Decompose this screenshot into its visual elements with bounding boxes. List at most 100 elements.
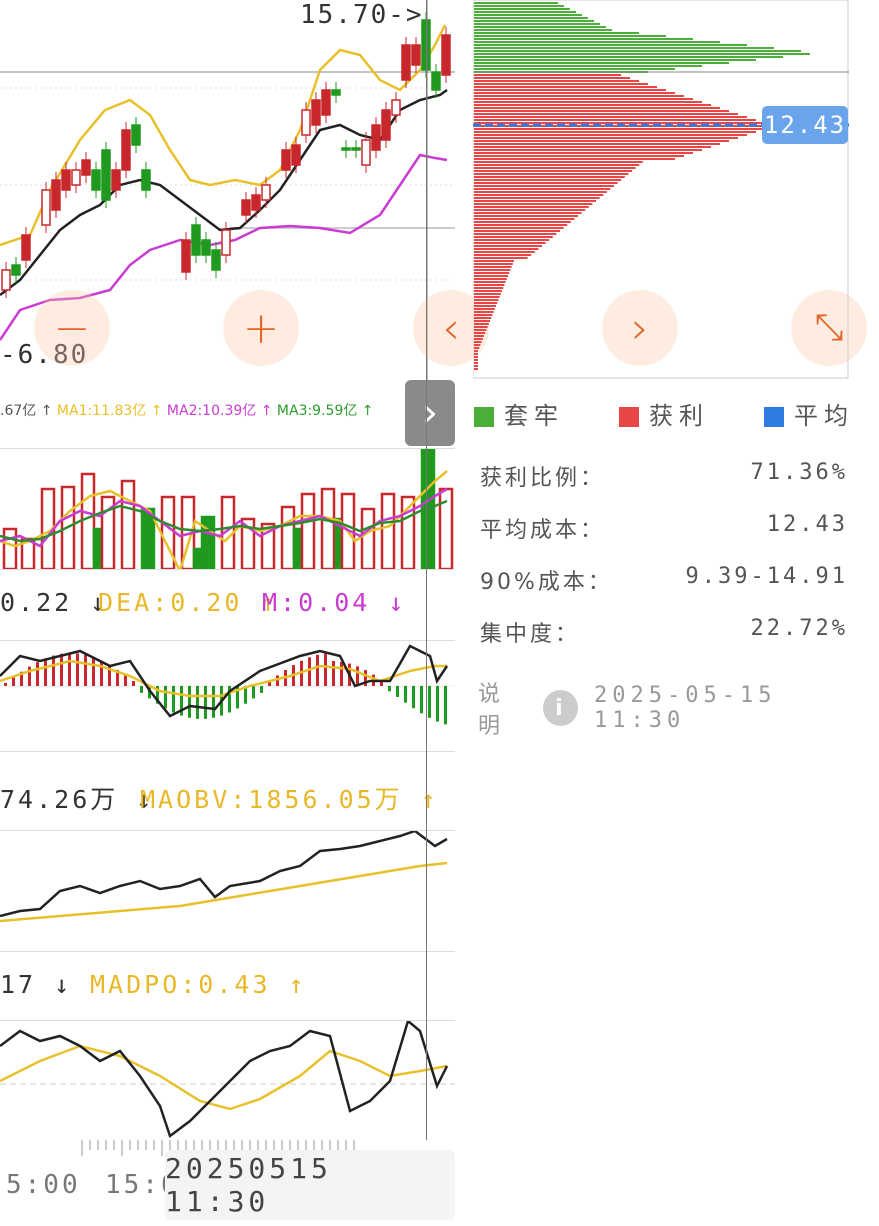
chip-bar-profit	[474, 305, 496, 307]
chip-bar-profit	[474, 167, 636, 169]
info-icon[interactable]: i	[542, 690, 578, 726]
chip-bar-profit	[474, 89, 666, 91]
chip-bar-profit	[474, 197, 600, 199]
zoom-out-button[interactable]: −	[34, 290, 110, 366]
obv-chart[interactable]	[0, 830, 455, 952]
chip-bar-profit	[474, 329, 487, 331]
chip-bar-profit	[474, 368, 478, 370]
red-square-icon	[619, 407, 639, 427]
candle	[261, 184, 271, 201]
chip-bar-profit	[474, 119, 756, 121]
macd-bar	[140, 686, 143, 693]
chip-bar-profit	[474, 128, 765, 130]
chip-bar-profit	[474, 239, 550, 241]
chip-bar-profit	[474, 98, 693, 100]
chip-bar-profit	[474, 185, 614, 187]
chip-bar-profit	[474, 281, 506, 283]
chip-bar-trapped	[474, 59, 756, 61]
stat-concentration: 集中度： 22.72%	[480, 616, 848, 647]
volume-bar	[200, 515, 216, 569]
chip-bar-trapped	[474, 8, 570, 10]
blue-square-icon	[764, 407, 784, 427]
chip-bar-profit	[474, 83, 648, 85]
chip-bar-profit	[474, 323, 489, 325]
candle	[321, 89, 331, 116]
zoom-in-button[interactable]: +	[223, 290, 299, 366]
chip-bar-profit	[474, 134, 747, 136]
chip-bar-profit	[474, 161, 643, 163]
chip-bar-profit	[474, 116, 747, 118]
chip-note[interactable]: 说明 i 2025-05-15 11:30	[478, 676, 879, 740]
chip-bar-trapped	[474, 65, 702, 67]
chip-bar-trapped	[474, 2, 558, 4]
volume-bar	[2, 527, 18, 569]
chip-bar-profit	[474, 299, 499, 301]
chip-bar-profit	[474, 287, 504, 289]
candle	[381, 109, 391, 141]
chip-bar-profit	[474, 176, 625, 178]
macd-bar	[188, 686, 191, 718]
macd-bar	[324, 653, 327, 686]
chip-bar-trapped	[474, 32, 639, 34]
chip-bar-trapped	[474, 23, 600, 25]
chip-bar-trapped	[474, 47, 774, 49]
chip-bar-trapped	[474, 44, 747, 46]
chip-bar-profit	[474, 113, 738, 115]
macd-bar	[316, 654, 319, 686]
madpo-label: MADPO:0.43 ↑	[90, 970, 307, 999]
chip-bar-profit	[474, 191, 607, 193]
chip-bar-profit	[474, 80, 639, 82]
candle	[181, 239, 191, 273]
macd-bar	[132, 681, 135, 686]
chip-bar-profit	[474, 74, 621, 76]
macd-bar	[100, 660, 103, 686]
volume-chart[interactable]	[0, 448, 455, 570]
candle	[111, 169, 121, 191]
stat-average-cost: 平均成本： 12.43	[480, 512, 848, 543]
expand-panel-tab[interactable]: ›	[405, 380, 455, 446]
chip-bar-profit	[474, 149, 702, 151]
candle	[211, 249, 221, 271]
chip-bar-profit	[474, 362, 478, 364]
chip-bar-trapped	[474, 20, 594, 22]
dpo-label: 17 ↓	[0, 970, 73, 999]
candle	[251, 194, 261, 211]
legend-item-trapped: 套牢	[474, 396, 564, 431]
chip-bar-profit	[474, 212, 582, 214]
macd-bar	[68, 653, 71, 686]
candle	[391, 99, 401, 116]
candle	[351, 147, 361, 151]
macd-bar	[76, 653, 79, 686]
volume-bar	[360, 507, 376, 569]
chevron-left-icon: ‹	[442, 302, 460, 354]
macd-bar	[276, 675, 279, 686]
chip-bar-profit	[474, 230, 560, 232]
chip-bar-profit	[474, 182, 618, 184]
macd-bar	[260, 686, 263, 693]
macd-bar	[308, 657, 311, 686]
macd-chart[interactable]	[0, 640, 455, 752]
candle	[41, 189, 51, 226]
chip-bar-profit	[474, 314, 493, 316]
chip-bar-profit	[474, 365, 478, 367]
chip-bar-profit	[474, 137, 738, 139]
crosshair-vertical	[426, 0, 427, 1150]
chip-bar-profit	[474, 101, 702, 103]
macd-bar	[404, 686, 407, 703]
candle	[51, 179, 61, 211]
volume-bar	[320, 487, 336, 569]
chip-bar-profit	[474, 275, 508, 277]
macd-bar	[164, 686, 167, 709]
chip-bar-profit	[474, 158, 675, 160]
time-axis[interactable]: 5:00 15:0 20250515 11:30	[0, 1140, 455, 1226]
chip-bar-profit	[474, 290, 502, 292]
chip-bar-profit	[474, 236, 553, 238]
dpo-chart[interactable]	[0, 1020, 455, 1142]
macd-bar	[252, 686, 255, 699]
chip-bar-profit	[474, 269, 511, 271]
chip-bar-profit	[474, 284, 505, 286]
chevron-right-icon: ›	[422, 390, 438, 436]
candle	[411, 44, 421, 66]
chip-distribution-chart[interactable]	[473, 0, 849, 380]
candle	[81, 159, 91, 176]
